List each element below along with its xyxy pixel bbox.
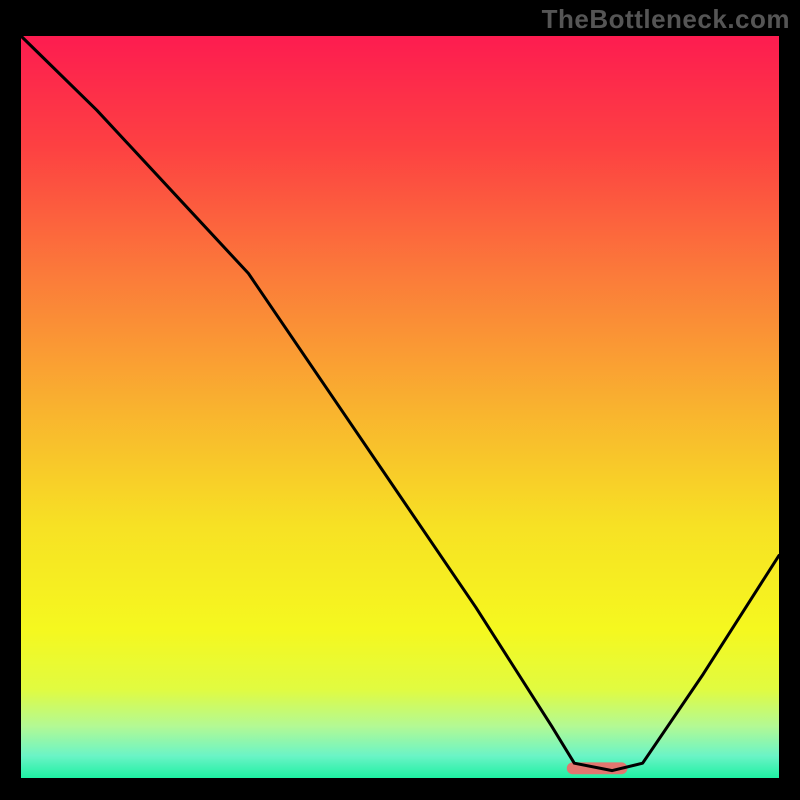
watermark-text: TheBottleneck.com: [542, 4, 790, 35]
chart-frame: TheBottleneck.com: [0, 0, 800, 800]
plot-background: [21, 36, 779, 778]
bottleneck-chart: [0, 0, 800, 800]
